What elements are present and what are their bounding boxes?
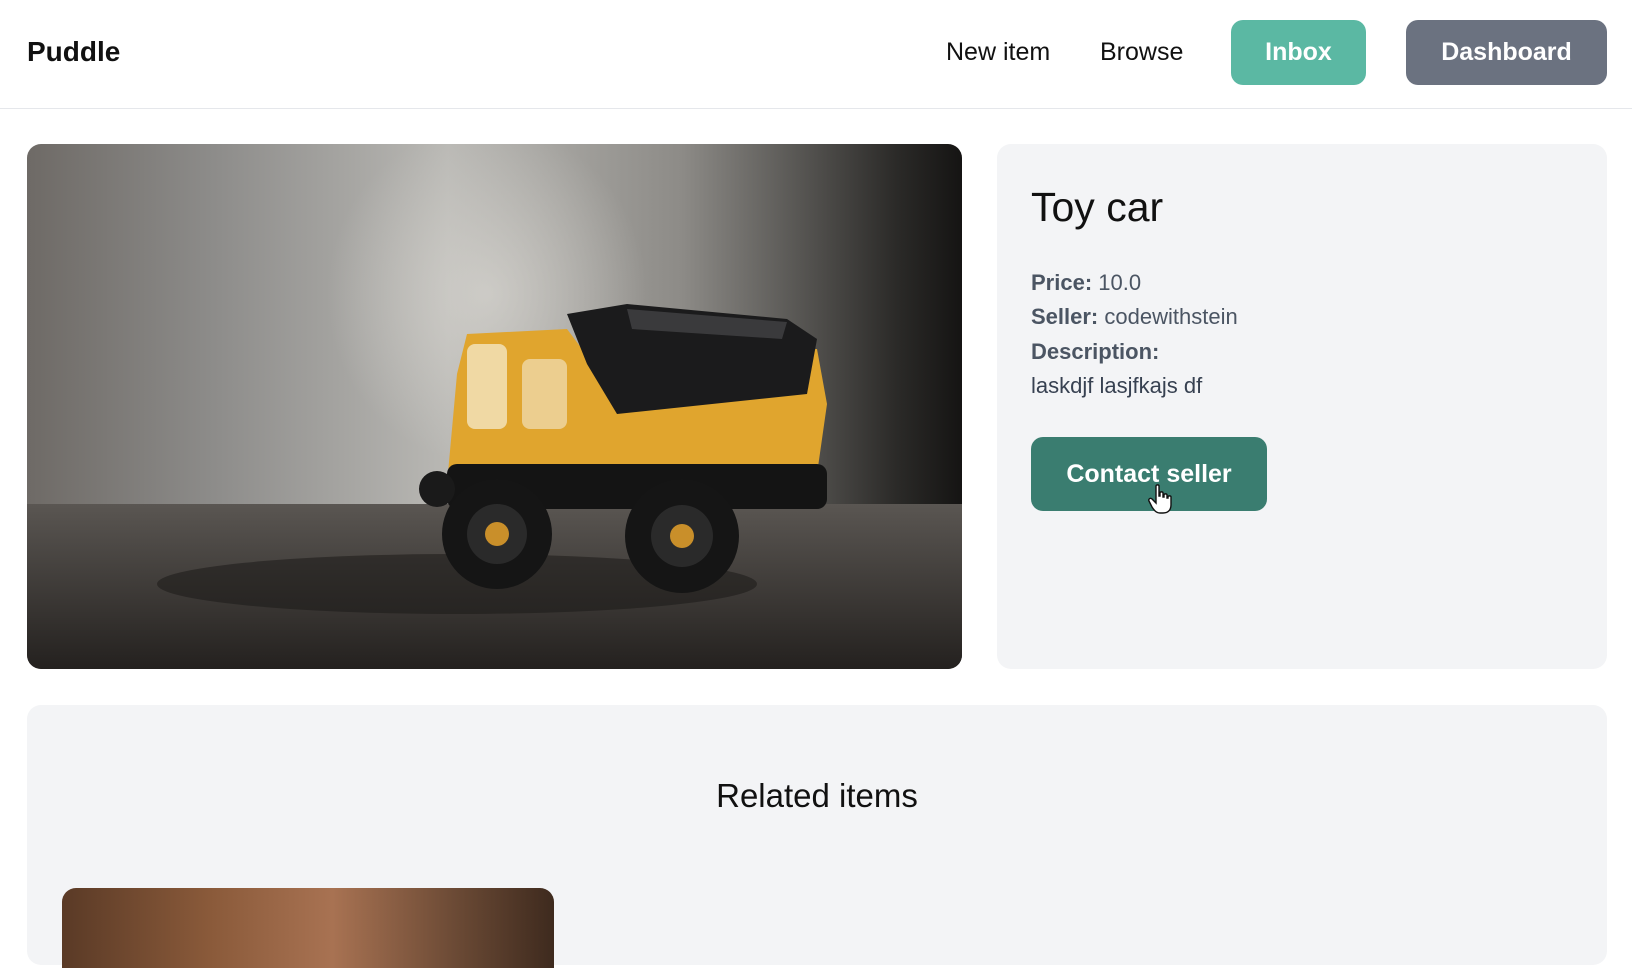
related-items-title: Related items xyxy=(716,777,918,814)
description-label-row: Description: xyxy=(1031,339,1159,365)
description-label: Description: xyxy=(1031,339,1160,364)
item-info-card: Toy car Price: 10.0 Seller: codewithstei… xyxy=(997,144,1607,669)
seller-value: codewithstein xyxy=(1104,304,1238,329)
brand-logo[interactable]: Puddle xyxy=(27,36,120,68)
related-item-thumbnail[interactable] xyxy=(62,888,554,968)
price-label: Price: xyxy=(1031,270,1093,295)
toy-truck-photo-icon xyxy=(27,144,962,669)
price-value: 10.0 xyxy=(1098,270,1142,295)
nav-link-browse[interactable]: Browse xyxy=(1100,38,1183,67)
item-title: Toy car xyxy=(1031,184,1164,230)
price-row: Price: 10.0 xyxy=(1031,270,1141,296)
description-value: laskdjf lasjfkajs df xyxy=(1031,373,1203,398)
seller-label: Seller: xyxy=(1031,304,1099,329)
inbox-button[interactable]: Inbox xyxy=(1231,20,1366,85)
nav-link-new-item[interactable]: New item xyxy=(946,38,1050,67)
hand-pointer-icon xyxy=(1148,484,1172,514)
dashboard-button[interactable]: Dashboard xyxy=(1406,20,1607,85)
item-image xyxy=(27,144,962,669)
related-items-section: Related items xyxy=(27,705,1607,968)
navbar: Puddle New item Browse Inbox Dashboard xyxy=(0,0,1632,109)
seller-row: Seller: codewithstein xyxy=(1031,304,1238,330)
